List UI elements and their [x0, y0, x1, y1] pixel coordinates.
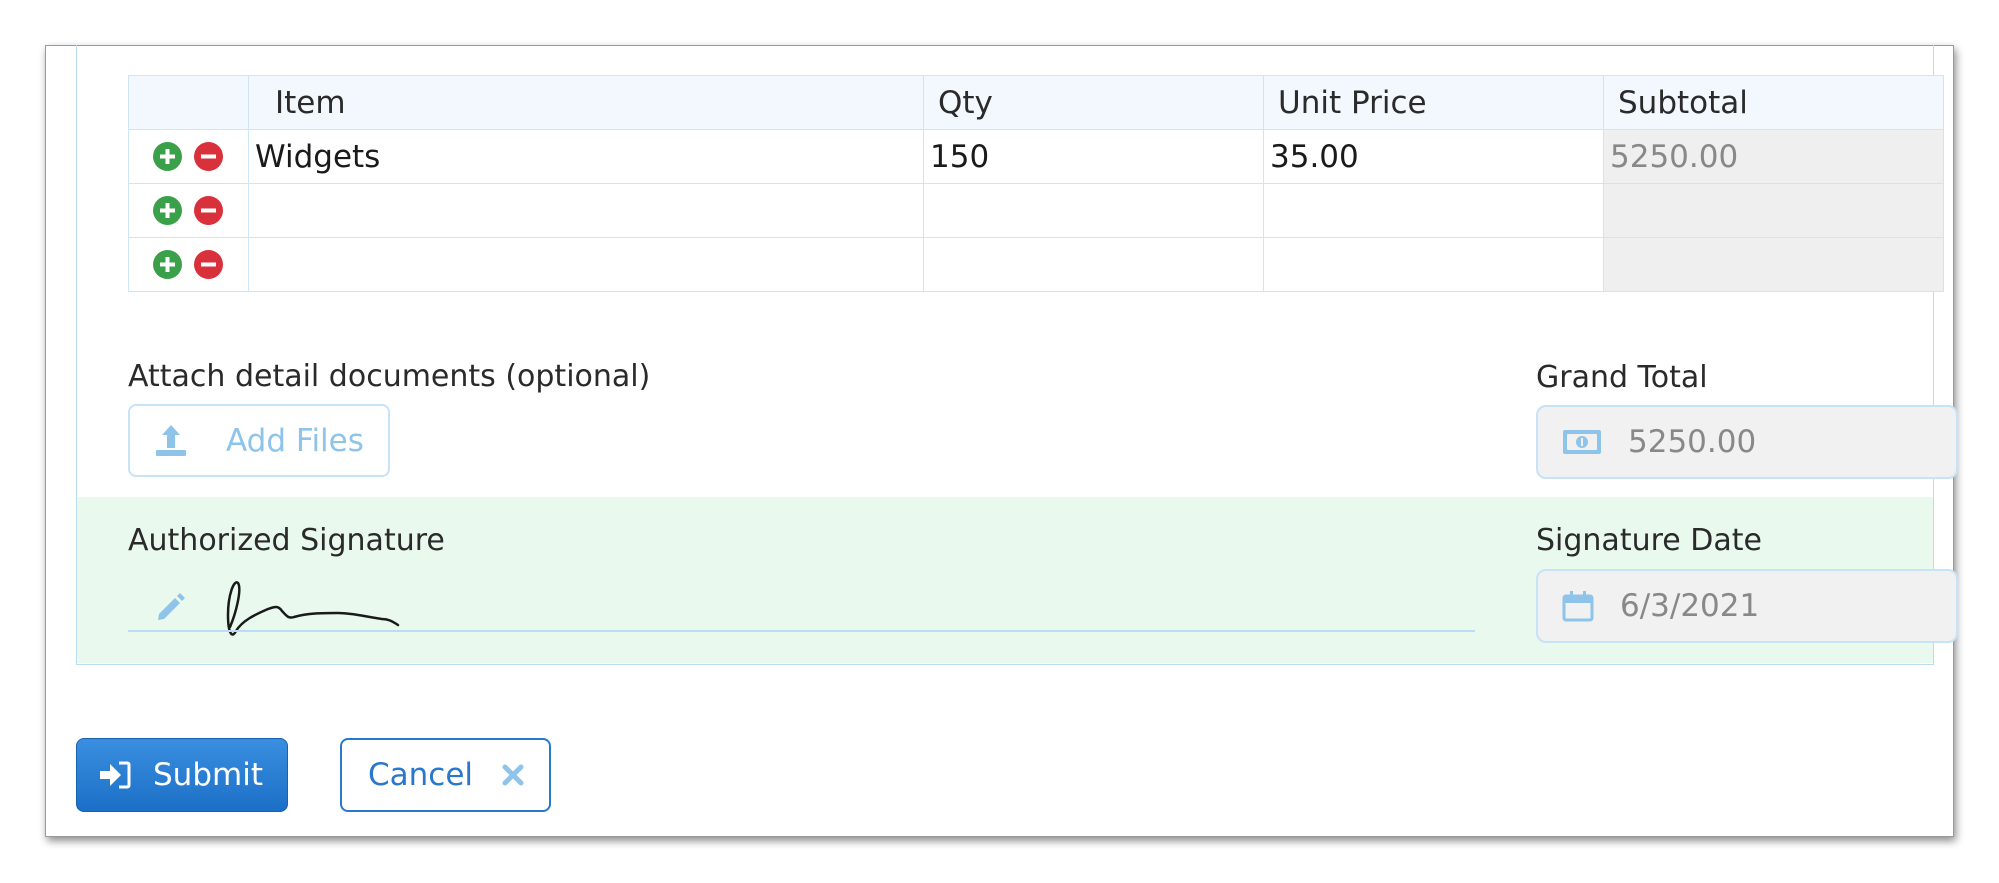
- qty-column-header: Qty: [923, 75, 1264, 130]
- item-cell[interactable]: [248, 237, 924, 292]
- item-column-header: Item: [248, 75, 924, 130]
- signature-date-value: 6/3/2021: [1620, 588, 1760, 624]
- row-actions-cell: [128, 183, 249, 238]
- signature-date-field: 6/3/2021: [1536, 569, 1958, 643]
- minus-icon: [201, 262, 216, 267]
- close-icon: [501, 763, 525, 787]
- grand-total-field: 5250.00: [1536, 405, 1958, 479]
- add-row-button[interactable]: [153, 250, 182, 279]
- sign-in-icon: [99, 760, 131, 790]
- plus-icon: [160, 149, 175, 164]
- unit-price-column-header: Unit Price: [1263, 75, 1604, 130]
- item-cell[interactable]: Widgets: [248, 129, 924, 184]
- unit-price-cell[interactable]: [1263, 183, 1604, 238]
- grand-total-label: Grand Total: [1536, 360, 1708, 395]
- actions-column-header: [128, 75, 249, 130]
- add-row-button[interactable]: [153, 142, 182, 171]
- submit-label: Submit: [153, 757, 263, 793]
- subtotal-column-header: Subtotal: [1603, 75, 1944, 130]
- item-cell[interactable]: [248, 183, 924, 238]
- row-actions-cell: [128, 237, 249, 292]
- table-row: Widgets 150 35.00 5250.00: [128, 129, 1944, 184]
- cancel-label: Cancel: [368, 757, 474, 793]
- submit-button[interactable]: Submit: [76, 738, 288, 812]
- qty-cell[interactable]: 150: [923, 129, 1264, 184]
- minus-icon: [201, 208, 216, 213]
- plus-icon: [160, 257, 175, 272]
- signature-label: Authorized Signature: [128, 523, 445, 558]
- signature-line: [128, 630, 1475, 632]
- remove-row-button[interactable]: [194, 142, 223, 171]
- table-row: [128, 183, 1944, 238]
- remove-row-button[interactable]: [194, 250, 223, 279]
- form-window: Item Qty Unit Price Subtotal Widgets 150…: [45, 45, 1958, 837]
- qty-cell[interactable]: [923, 183, 1264, 238]
- grand-total-value: 5250.00: [1628, 424, 1757, 460]
- table-header-row: Item Qty Unit Price Subtotal: [128, 75, 1944, 130]
- qty-cell[interactable]: [923, 237, 1264, 292]
- cancel-button[interactable]: Cancel: [340, 738, 551, 812]
- attachments-label: Attach detail documents (optional): [128, 359, 651, 394]
- remove-row-button[interactable]: [194, 196, 223, 225]
- add-files-label: Add Files: [226, 422, 364, 459]
- line-items-table: Item Qty Unit Price Subtotal Widgets 150…: [128, 75, 1944, 292]
- signature-pad[interactable]: [212, 575, 432, 645]
- unit-price-cell[interactable]: [1263, 237, 1604, 292]
- signature-date-label: Signature Date: [1536, 523, 1762, 558]
- table-row: [128, 237, 1944, 292]
- upload-icon: [154, 424, 188, 458]
- signature-image: [226, 581, 400, 636]
- form-section: Item Qty Unit Price Subtotal Widgets 150…: [76, 45, 1958, 665]
- row-actions-cell: [128, 129, 249, 184]
- subtotal-cell: [1603, 237, 1944, 292]
- add-row-button[interactable]: [153, 196, 182, 225]
- unit-price-cell[interactable]: 35.00: [1263, 129, 1604, 184]
- subtotal-cell: [1603, 183, 1944, 238]
- money-icon: [1562, 429, 1602, 455]
- plus-icon: [160, 203, 175, 218]
- subtotal-cell: 5250.00: [1603, 129, 1944, 184]
- minus-icon: [201, 154, 216, 159]
- calendar-icon: [1562, 590, 1594, 622]
- add-files-button[interactable]: Add Files: [128, 404, 390, 477]
- pencil-icon: [155, 590, 187, 622]
